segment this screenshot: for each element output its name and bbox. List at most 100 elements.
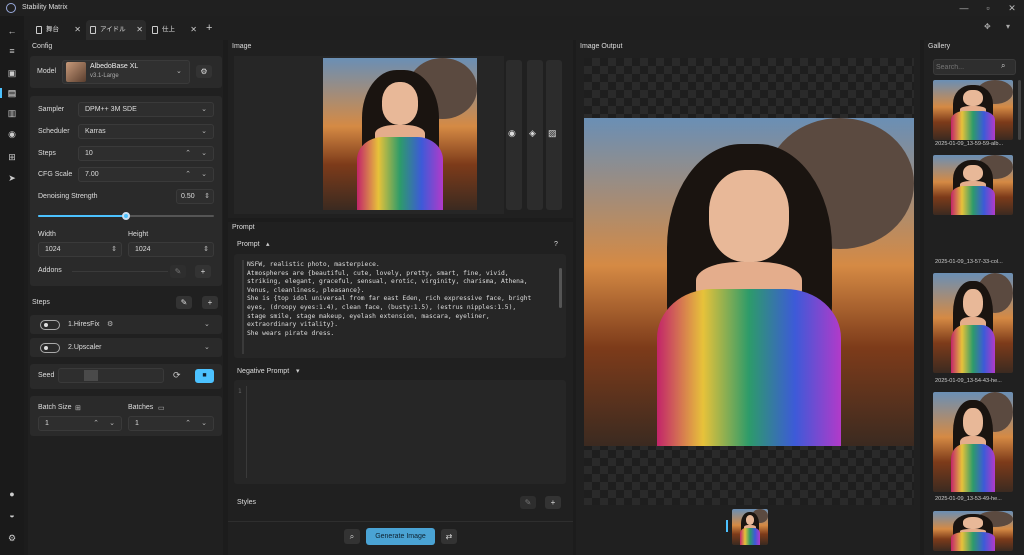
packages-icon[interactable]: ▣ [5,66,19,80]
document-icon [36,26,42,34]
portrait-image [584,118,914,446]
settings-gear-icon[interactable]: ⚙ [5,531,19,545]
image-edit-icon[interactable]: ▨ [548,128,557,139]
denoise-slider-thumb[interactable] [122,212,130,220]
prompt-scrollbar[interactable] [559,268,562,308]
steps-section-label: Steps [32,299,50,306]
generate-image-button[interactable]: Generate Image [366,528,435,545]
output-send-icon[interactable]: ➤ [5,171,19,185]
decrement-icon[interactable]: ⌄ [201,417,207,430]
workflows-icon[interactable]: ⊞ [5,150,19,164]
increment-icon[interactable]: ⌃ [185,168,191,181]
close-tab-icon[interactable]: ✕ [190,20,197,40]
increment-icon[interactable]: ⌃ [185,147,191,160]
addons-edit-pencil-icon[interactable]: ✎ [170,265,186,278]
portrait-image [933,80,1013,140]
height-input[interactable]: 1024 ⇕ [128,242,214,257]
spin-icon[interactable]: ⇕ [203,243,209,256]
layers-icon[interactable]: ◈ [529,128,536,139]
image-output-title: Image Output [580,43,623,50]
styles-edit-pencil-icon[interactable]: ✎ [520,496,536,509]
decrement-icon[interactable]: ⌄ [201,147,207,160]
gallery-caption: 2025-01-09_13-53-49-he... [935,496,1002,502]
chevron-down-icon[interactable]: ⌄ [204,320,210,328]
maximize-icon[interactable]: ▫ [982,2,994,14]
help-icon[interactable]: ? [554,241,558,248]
hiresfix-gear-icon[interactable]: ⚙ [107,320,113,328]
hamburger-menu-icon[interactable]: ≡ [5,44,19,58]
discord-icon[interactable]: ◒ [5,508,19,522]
gallery-item[interactable] [933,392,1013,492]
gallery-caption: 2025-01-09_13-59-59-alb... [935,141,1004,147]
close-tab-icon[interactable]: ✕ [74,20,81,40]
search-icon[interactable]: ⌕ [344,529,360,544]
tab-overflow-icon[interactable]: ▾ [1006,22,1010,31]
decrement-icon[interactable]: ⌄ [109,417,115,430]
regenerate-icon[interactable]: ⇄ [441,529,457,544]
denoise-input[interactable]: 0.50 ⇕ [176,189,214,204]
batch-size-input[interactable]: 1 ⌃ ⌄ [38,416,122,431]
seed-input[interactable] [58,368,164,383]
close-tab-icon[interactable]: ✕ [136,20,143,40]
gallery-item[interactable] [933,511,1013,551]
tab-0[interactable]: 舞台 ✕ [32,20,84,40]
steps-edit-pencil-icon[interactable]: ✎ [176,296,192,309]
decrement-icon[interactable]: ⌄ [201,168,207,181]
patreon-icon[interactable]: ● [5,487,19,501]
gallery-item[interactable] [933,80,1013,140]
thumbnail-selected-indicator [726,520,728,532]
addons-divider [72,271,168,272]
chevron-down-icon[interactable]: ⌄ [204,343,210,351]
inference-icon[interactable]: ▤ [5,86,19,100]
tab-1[interactable]: アイドル ✕ [86,20,146,40]
pin-icon[interactable]: ✥ [984,22,991,31]
negative-gutter [246,386,247,478]
input-image[interactable] [323,58,477,210]
seed-lock-icon[interactable]: ■ [195,369,214,383]
cfg-input[interactable]: 7.00 ⌃ ⌄ [78,167,214,182]
width-input[interactable]: 1024 ⇕ [38,242,122,257]
add-tab-button[interactable]: + [206,22,212,34]
checkpoints-icon[interactable]: ▥ [5,106,19,120]
spin-icon[interactable]: ⇕ [111,243,117,256]
portrait-image [933,155,1013,215]
gallery-search-input[interactable] [936,61,996,73]
hiresfix-toggle[interactable] [40,320,60,330]
expand-down-icon[interactable]: ▾ [296,367,300,375]
increment-icon[interactable]: ⌃ [93,417,99,430]
randomize-seed-icon[interactable]: ⟳ [173,370,181,381]
add-step-plus-icon[interactable]: + [202,296,218,309]
spin-icon[interactable]: ⇕ [204,190,210,203]
model-settings-gear-icon[interactable]: ⚙ [196,65,212,78]
output-image[interactable] [584,118,914,446]
negative-prompt-label: Negative Prompt [237,368,290,375]
gallery-caption: 2025-01-09_13-54-43-he... [935,378,1002,384]
scheduler-select[interactable]: Karras ⌄ [78,124,214,139]
width-value: 1024 [45,246,61,253]
minimize-icon[interactable]: — [958,2,970,14]
add-style-plus-icon[interactable]: + [545,496,561,509]
sampler-select[interactable]: DPM++ 3M SDE ⌄ [78,102,214,117]
gallery-item[interactable] [933,155,1013,215]
output-thumbnail[interactable] [732,509,768,545]
batches-input[interactable]: 1 ⌃ ⌄ [128,416,214,431]
title-bar [0,0,1024,16]
gallery-item[interactable] [933,273,1013,373]
upscaler-toggle[interactable] [40,343,60,353]
negative-prompt-editor[interactable] [234,380,566,484]
eye-icon[interactable]: ◉ [508,128,516,139]
styles-label: Styles [237,499,257,506]
search-icon[interactable]: ⌕ [1001,61,1005,71]
document-icon [152,26,158,34]
steps-input[interactable]: 10 ⌃ ⌄ [78,146,214,161]
increment-icon[interactable]: ⌃ [185,417,191,430]
prompt-line: Venus, cleanliness, pleasance}. [247,286,365,294]
close-window-icon[interactable]: ✕ [1006,2,1018,14]
model-browser-icon[interactable]: ◉ [5,127,19,141]
add-addon-plus-icon[interactable]: + [195,265,211,278]
gallery-scrollbar[interactable] [1018,80,1021,140]
collapse-up-icon[interactable]: ▴ [266,240,270,248]
tab-2[interactable]: 仕上 ✕ [148,20,200,40]
prompt-line: striking, elegant, graceful, sensual, er… [247,278,528,286]
back-arrow-icon[interactable]: ← [5,24,19,38]
